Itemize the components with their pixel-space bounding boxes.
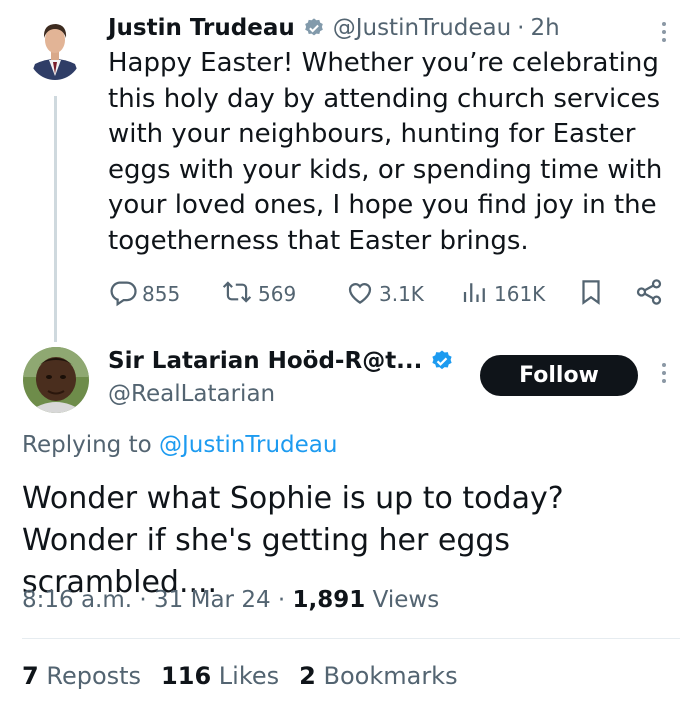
views-icon: [460, 277, 490, 312]
like-button[interactable]: 3.1K: [345, 276, 424, 312]
reply-date[interactable]: 31 Mar 24: [154, 587, 271, 613]
follow-button[interactable]: Follow: [480, 355, 638, 396]
tweet-text: Happy Easter! Whether you’re celebrating…: [108, 48, 663, 256]
likes-label: Likes: [218, 662, 280, 690]
share-button[interactable]: [634, 276, 664, 312]
likes-count: 116: [161, 662, 212, 690]
thread-connector-line: [54, 96, 57, 342]
like-icon: [345, 277, 375, 312]
reply-time[interactable]: 8:16 a.m.: [22, 587, 132, 613]
action-bar: 855 569 3.1K 161K: [108, 276, 668, 312]
reply-author-handle[interactable]: @RealLatarian: [108, 381, 275, 407]
verified-grey-badge-icon: [303, 17, 325, 39]
separator-dot: ·: [277, 587, 286, 613]
reply-text: Wonder what Sophie is up to today? Wonde…: [22, 481, 564, 600]
repost-count: 569: [258, 282, 297, 306]
repost-button[interactable]: 569: [220, 276, 296, 312]
reposts-count: 7: [22, 662, 39, 690]
separator-dot: ·: [517, 15, 525, 41]
engagement-stats: 7 Reposts 116 Likes 2 Bookmarks: [22, 662, 478, 690]
views-count: 161K: [494, 282, 546, 306]
bookmarks-stat[interactable]: 2 Bookmarks: [299, 662, 457, 690]
share-icon: [634, 277, 664, 312]
replying-to-line: Replying to @JustinTrudeau: [22, 432, 337, 458]
reposts-stat[interactable]: 7 Reposts: [22, 662, 141, 690]
bookmark-icon: [576, 277, 606, 312]
separator-dot: ·: [139, 587, 147, 613]
views-button[interactable]: 161K: [460, 276, 545, 312]
reply-meta: 8:16 a.m. · 31 Mar 24 · 1,891 Views: [22, 587, 439, 613]
replying-to-label: Replying to: [22, 432, 152, 458]
bookmark-button[interactable]: [576, 276, 606, 312]
verified-blue-badge-icon: [430, 349, 454, 373]
bookmarks-label: Bookmarks: [323, 662, 458, 690]
divider: [22, 638, 680, 639]
reply-views-count: 1,891: [292, 587, 366, 613]
likes-stat[interactable]: 116 Likes: [161, 662, 279, 690]
reply-author-row: Sir Latarian Hoöd-R@t...: [108, 348, 454, 374]
trudeau-avatar[interactable]: [29, 14, 81, 80]
replying-to-mention[interactable]: @JustinTrudeau: [159, 432, 337, 458]
reply-author-name[interactable]: Sir Latarian Hoöd-R@t...: [108, 348, 422, 374]
reposts-label: Reposts: [46, 662, 142, 690]
more-icon[interactable]: [660, 363, 668, 383]
reply-icon: [108, 277, 138, 312]
tweet-header: Justin Trudeau @JustinTrudeau · 2h: [108, 10, 560, 46]
author-name[interactable]: Justin Trudeau: [108, 15, 295, 41]
bookmarks-count: 2: [299, 662, 316, 690]
reply-count: 855: [142, 282, 181, 306]
timestamp[interactable]: 2h: [530, 15, 559, 41]
author-handle[interactable]: @JustinTrudeau: [333, 15, 511, 41]
repost-icon: [220, 277, 254, 312]
more-icon[interactable]: [660, 22, 668, 42]
reply-views-label: Views: [372, 587, 440, 613]
latarian-avatar[interactable]: [23, 347, 89, 413]
reply-button[interactable]: 855: [108, 276, 180, 312]
like-count: 3.1K: [379, 282, 424, 306]
